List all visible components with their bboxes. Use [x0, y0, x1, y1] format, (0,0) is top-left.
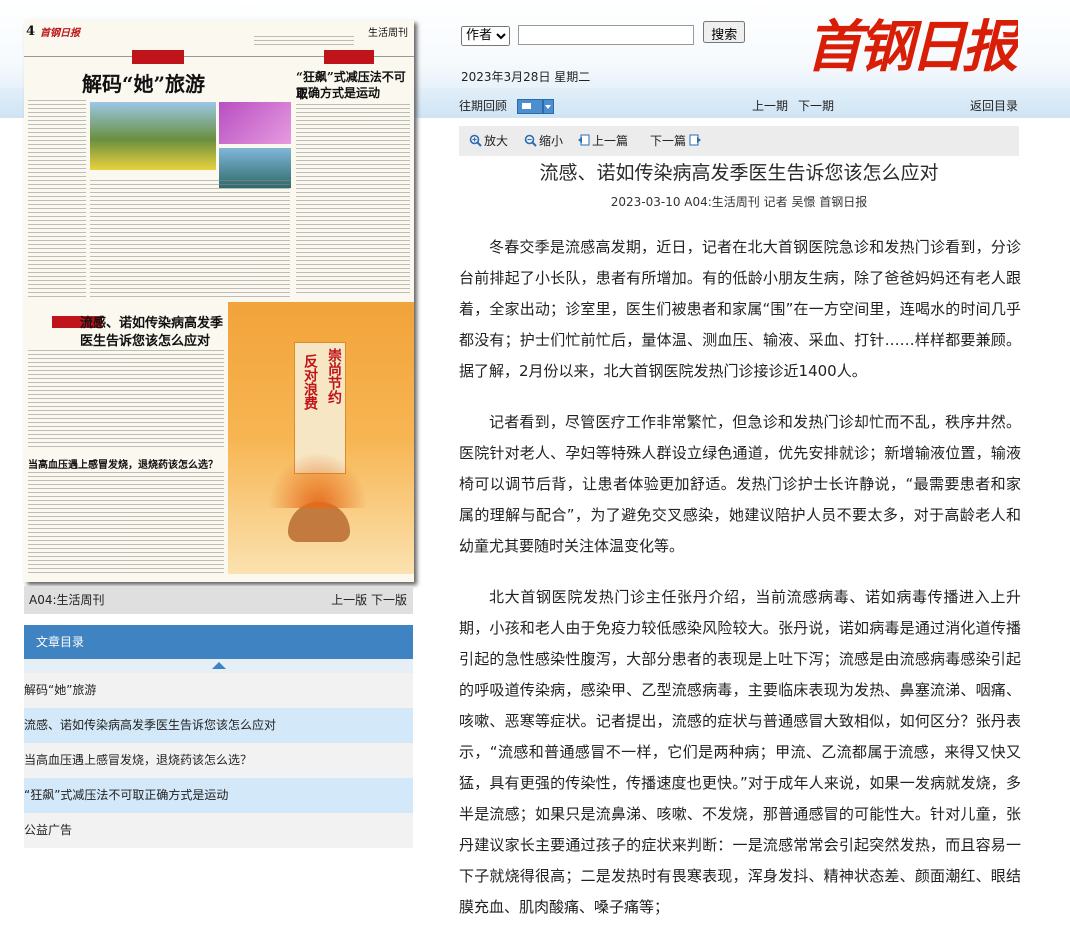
archive-nav[interactable]: 往期回顾 — [459, 97, 554, 114]
page-pager: 上一版 下一版 — [331, 586, 407, 614]
toc-item[interactable]: 公益广告 — [24, 813, 413, 848]
page-thumbnail[interactable]: 4 首钢日报 生活周刊 解码“她”旅游 “狂飙”式减压法不可取 正确方式是运动 … — [24, 20, 414, 582]
article-paragraph: 冬春交季是流感高发期，近日，记者在北大首钢医院急诊和发热门诊看到，分诊台前排起了… — [459, 238, 1021, 380]
zoom-out-label: 缩小 — [539, 134, 564, 148]
thumbnail-poster: 崇尚节约 反对浪费 — [228, 302, 414, 574]
next-issue-link[interactable]: 下一期 — [798, 97, 834, 114]
article-paragraph: 北大首钢医院发热门诊主任张丹介绍，当前流感病毒、诺如病毒传播进入上升期，小孩和老… — [459, 588, 1021, 916]
poster-basket — [288, 502, 350, 542]
next-article-label: 下一篇 — [650, 134, 687, 148]
next-page-link[interactable]: 下一版 — [371, 593, 407, 607]
chevron-up-icon — [212, 662, 226, 669]
thumbnail-tag — [324, 50, 374, 64]
thumbnail-section: 生活周刊 — [368, 28, 408, 39]
thumbnail-headline[interactable]: 解码“她”旅游 — [82, 68, 205, 97]
article-title: 流感、诺如传染病高发季医生告诉您该怎么应对 — [539, 162, 939, 184]
article-body: 冬春交季是流感高发期，近日，记者在北大首钢医院急诊和发热门诊看到，分诊台前排起了… — [459, 232, 1021, 943]
article-meta: 2023-03-10 A04:生活周刊 记者 吴憬 首钢日报 — [610, 195, 868, 209]
poster-text: 反对浪费 — [302, 354, 318, 410]
zoom-out-icon — [524, 134, 537, 147]
archive-link[interactable]: 往期回顾 — [459, 99, 507, 113]
thumbnail-paper-name: 首钢日报 — [40, 28, 80, 39]
poster-wheat — [268, 452, 368, 508]
toc-collapse-toggle[interactable] — [24, 659, 413, 673]
poster-text: 崇尚节约 — [326, 348, 342, 404]
back-to-index-link[interactable]: 返回目录 — [970, 97, 1018, 114]
toc-title: 文章目录 — [36, 635, 85, 649]
newspaper-logo: 首钢日报 — [806, 14, 1018, 78]
chevron-down-icon[interactable] — [542, 99, 554, 114]
search-input[interactable] — [518, 24, 695, 45]
toc-list: 解码“她”旅游 流感、诺如传染病高发季医生告诉您该怎么应对 当高血压遇上感冒发烧… — [24, 673, 413, 848]
toc-item[interactable]: “狂飙”式减压法不可取正确方式是运动 — [24, 778, 413, 813]
thumbnail-caption: A04:生活周刊 上一版 下一版 — [24, 586, 413, 614]
zoom-in-button[interactable]: 放大 — [469, 126, 508, 156]
prev-article-label: 上一篇 — [592, 134, 629, 148]
article-paragraph: 记者看到，尽管医疗工作非常繁忙，但急诊和发热门诊却忙而不乱，秩序井然。医院针对老… — [459, 413, 1021, 555]
page-label: A04:生活周刊 — [29, 593, 105, 607]
toc-header: 文章目录 — [24, 625, 413, 659]
prev-issue-link[interactable]: 上一期 — [752, 97, 788, 114]
calendar-icon[interactable] — [516, 99, 543, 114]
zoom-out-button[interactable]: 缩小 — [524, 126, 563, 156]
thumbnail-tag — [132, 50, 184, 64]
thumbnail-headline[interactable]: 当高血压遇上感冒发烧，退烧药该怎么选？ — [28, 456, 218, 471]
zoom-in-label: 放大 — [484, 134, 509, 148]
search-bar: 作者 搜索 — [461, 21, 746, 46]
article-toolbar: 放大 缩小 上一篇 下一篇 — [459, 126, 1019, 156]
thumbnail-headline[interactable]: 医生告诉您该怎么应对 — [80, 330, 210, 349]
logo-text: 首钢日报 — [806, 14, 1018, 78]
thumbnail-headline[interactable]: 正确方式是运动 — [296, 84, 380, 101]
prev-page-link[interactable]: 上一版 — [331, 593, 367, 607]
thumbnail-page-number: 4 — [26, 24, 36, 39]
search-button[interactable]: 搜索 — [703, 21, 746, 43]
thumbnail-headline[interactable]: 流感、诺如传染病高发季 — [80, 312, 223, 331]
thumbnail-photo — [90, 102, 216, 170]
thumbnail-photo — [219, 102, 291, 144]
toc-item[interactable]: 流感、诺如传染病高发季医生告诉您该怎么应对 — [24, 708, 413, 743]
toc-item[interactable]: 当高血压遇上感冒发烧，退烧药该怎么选？ — [24, 743, 413, 778]
prev-article-button[interactable]: 上一篇 — [577, 126, 628, 156]
search-field-select[interactable]: 作者 — [461, 25, 510, 46]
toc-item[interactable]: 解码“她”旅游 — [24, 673, 413, 708]
prev-article-icon — [578, 134, 590, 146]
next-article-icon — [689, 134, 702, 146]
zoom-in-icon — [469, 134, 482, 147]
issue-date: 2023年3月28日 星期二 — [461, 70, 591, 84]
next-article-button[interactable]: 下一篇 — [650, 126, 704, 156]
